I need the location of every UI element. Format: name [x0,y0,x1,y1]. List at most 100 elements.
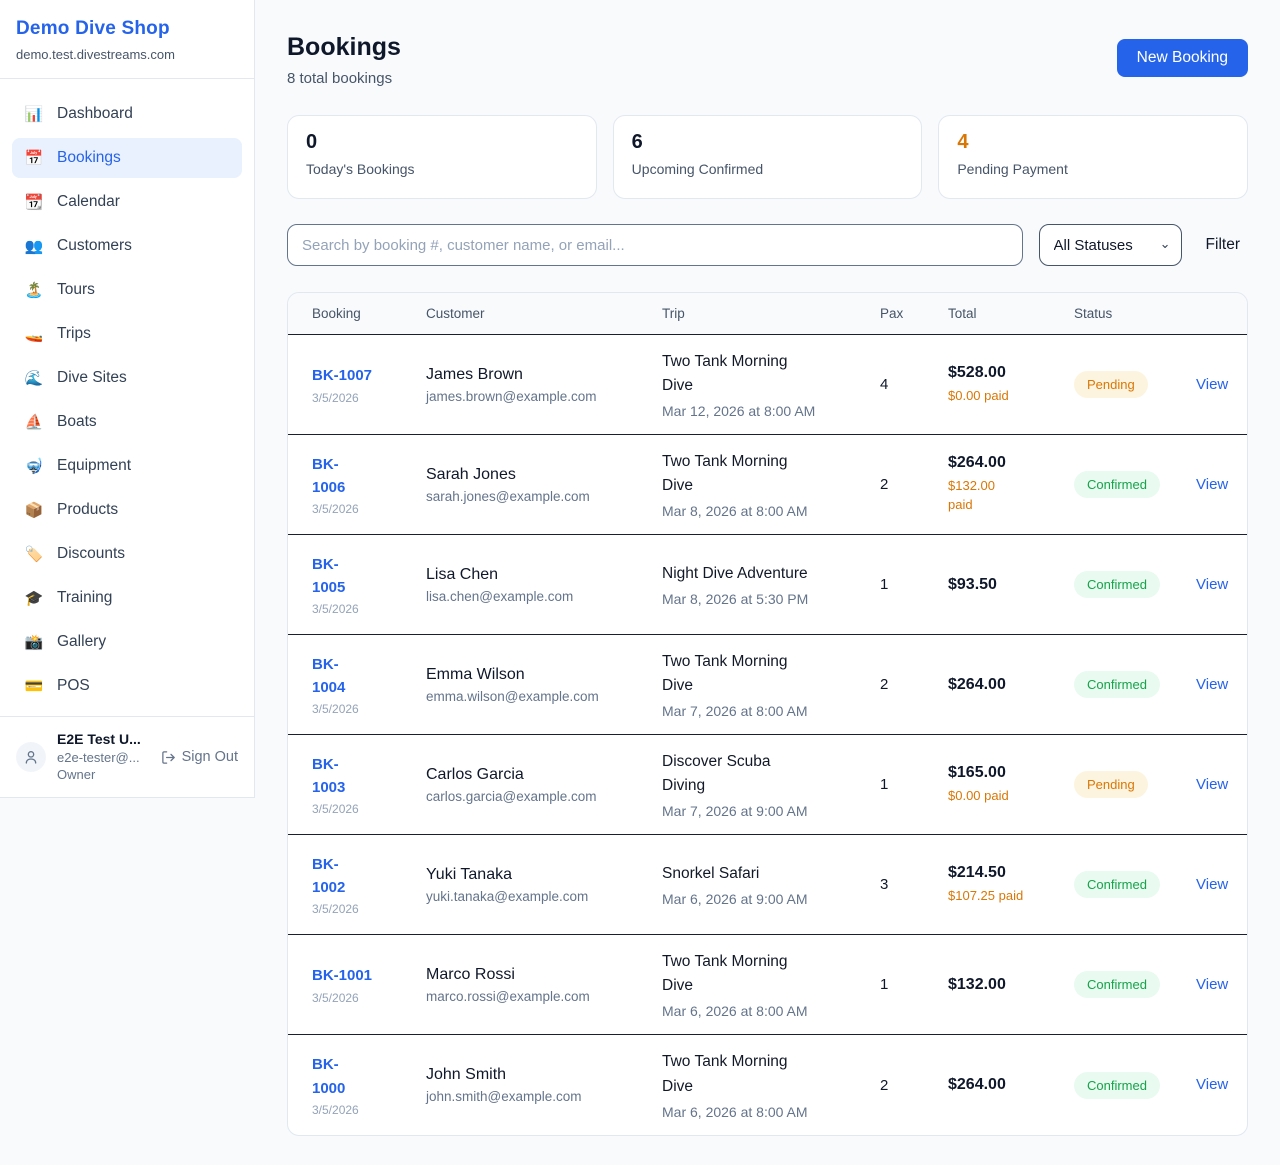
booking-id-link[interactable]: BK- 1003 [312,753,345,800]
trip-name: Two Tank Morning Dive [662,450,880,498]
sidebar-item-label: Boats [57,413,97,431]
bookings-count: 8 total bookings [287,70,401,87]
sidebar-item-label: Bookings [57,149,121,167]
sidebar-item-pos[interactable]: 💳POS [12,666,242,706]
sidebar-item-bookings[interactable]: 📅Bookings [12,138,242,178]
trip-datetime: Mar 6, 2026 at 8:00 AM [662,1003,880,1019]
sidebar-item-calendar[interactable]: 📆Calendar [12,182,242,222]
trip-datetime: Mar 6, 2026 at 8:00 AM [662,1104,880,1120]
stat-card-pending-payment: 4Pending Payment [938,115,1248,199]
column-header-customer: Customer [426,306,662,321]
view-link[interactable]: View [1196,576,1228,593]
sidebar-item-label: Tours [57,281,95,299]
shop-name: Demo Dive Shop [16,18,238,40]
sidebar-item-equipment[interactable]: 🤿Equipment [12,446,242,486]
sidebar-item-trips[interactable]: 🚤Trips [12,314,242,354]
tag-icon: 🏷️ [24,547,44,562]
sidebar-item-label: Gallery [57,633,106,651]
trip-datetime: Mar 12, 2026 at 8:00 AM [662,403,880,419]
tear-calendar-icon: 📆 [24,195,44,210]
filter-button[interactable]: Filter [1198,236,1248,254]
booking-id-link[interactable]: BK- 1005 [312,553,345,600]
column-header-total: Total [948,306,1074,321]
total-amount: $264.00 [948,454,1074,472]
booking-id-link[interactable]: BK- 1002 [312,853,345,900]
column-header-booking: Booking [312,306,426,321]
customer-email: lisa.chen@example.com [426,589,662,604]
view-link[interactable]: View [1196,676,1228,693]
sign-out-button[interactable]: Sign Out [161,749,238,765]
trip-name: Two Tank Morning Dive [662,950,880,998]
stat-value: 6 [632,131,904,154]
sidebar-item-gallery[interactable]: 📸Gallery [12,622,242,662]
customer-email: john.smith@example.com [426,1089,662,1104]
sidebar-item-dive-sites[interactable]: 🌊Dive Sites [12,358,242,398]
user-name: E2E Test U... [57,730,141,749]
trip-name: Snorkel Safari [662,862,880,886]
package-icon: 📦 [24,503,44,518]
new-booking-button[interactable]: New Booking [1117,39,1248,77]
sidebar-item-customers[interactable]: 👥Customers [12,226,242,266]
status-badge: Confirmed [1074,1072,1160,1099]
status-filter-select[interactable]: All Statuses [1039,224,1182,266]
stat-value: 0 [306,131,578,154]
stat-card-upcoming-confirmed: 6 Upcoming Confirmed [613,115,923,199]
view-link[interactable]: View [1196,476,1228,493]
sidebar-item-discounts[interactable]: 🏷️Discounts [12,534,242,574]
sidebar-item-label: Customers [57,237,132,255]
pax-count: 4 [880,376,948,393]
customer-email: yuki.tanaka@example.com [426,889,662,904]
sidebar-item-label: Training [57,589,112,607]
sidebar-item-label: Trips [57,325,91,343]
pax-count: 1 [880,576,948,593]
trip-name: Discover Scuba Diving [662,750,880,798]
trip-name: Two Tank Morning Dive [662,350,880,398]
sidebar-item-dashboard[interactable]: 📊Dashboard [12,94,242,134]
main-content: Bookings 8 total bookings New Booking 0T… [287,0,1248,1165]
paid-amount: $107.25 paid [948,887,1074,906]
logout-icon [161,750,176,765]
paid-amount: $0.00 paid [948,387,1074,406]
view-link[interactable]: View [1196,1076,1228,1093]
table-row: BK-1001 3/5/2026 Marco Rossi marco.rossi… [288,935,1247,1035]
view-link[interactable]: View [1196,876,1228,893]
total-amount: $528.00 [948,364,1074,382]
booking-date: 3/5/2026 [312,802,426,816]
booking-date: 3/5/2026 [312,391,426,405]
customer-name: Marco Rossi [426,966,662,984]
paid-amount: $0.00 paid [948,787,1074,806]
booking-id-link[interactable]: BK- 1006 [312,453,345,500]
view-link[interactable]: View [1196,776,1228,793]
table-row: BK-1007 3/5/2026 James Brown james.brown… [288,335,1247,435]
pax-count: 1 [880,776,948,793]
view-link[interactable]: View [1196,376,1228,393]
sidebar-nav: 📊Dashboard📅Bookings📆Calendar👥Customers🏝️… [0,79,254,706]
customer-email: james.brown@example.com [426,389,662,404]
table-row: BK- 1004 3/5/2026 Emma Wilson emma.wilso… [288,635,1247,735]
customer-name: Carlos Garcia [426,766,662,784]
avatar [16,742,46,772]
total-amount: $264.00 [948,676,1074,694]
sidebar-item-tours[interactable]: 🏝️ Tours [12,270,242,310]
table-row: BK- 1000 3/5/2026 John Smith john.smith@… [288,1035,1247,1135]
booking-id-link[interactable]: BK- 1000 [312,1053,345,1100]
stat-label: Upcoming Confirmed [632,161,904,177]
sidebar-item-training[interactable]: 🎓Training [12,578,242,618]
customer-name: Sarah Jones [426,466,662,484]
booking-id-link[interactable]: BK- 1004 [312,653,345,700]
status-badge: Confirmed [1074,871,1160,898]
booking-id-link[interactable]: BK-1007 [312,364,372,387]
column-header-trip: Trip [662,306,880,321]
search-input[interactable] [287,224,1023,266]
user-role: Owner [57,766,141,784]
stats-row: 0Today's Bookings6Upcoming Confirmed4Pen… [287,115,1248,199]
customer-name: Yuki Tanaka [426,866,662,884]
booking-id-link[interactable]: BK-1001 [312,964,372,987]
sidebar-item-products[interactable]: 📦Products [12,490,242,530]
total-amount: $93.50 [948,576,1074,594]
sidebar-item-boats[interactable]: ⛵Boats [12,402,242,442]
sidebar-header: Demo Dive Shop demo.test.divestreams.com [0,0,254,79]
island-icon: 🏝️ [24,283,44,298]
view-link[interactable]: View [1196,976,1228,993]
table-row: BK- 1005 3/5/2026 Lisa Chen lisa.chen@ex… [288,535,1247,635]
